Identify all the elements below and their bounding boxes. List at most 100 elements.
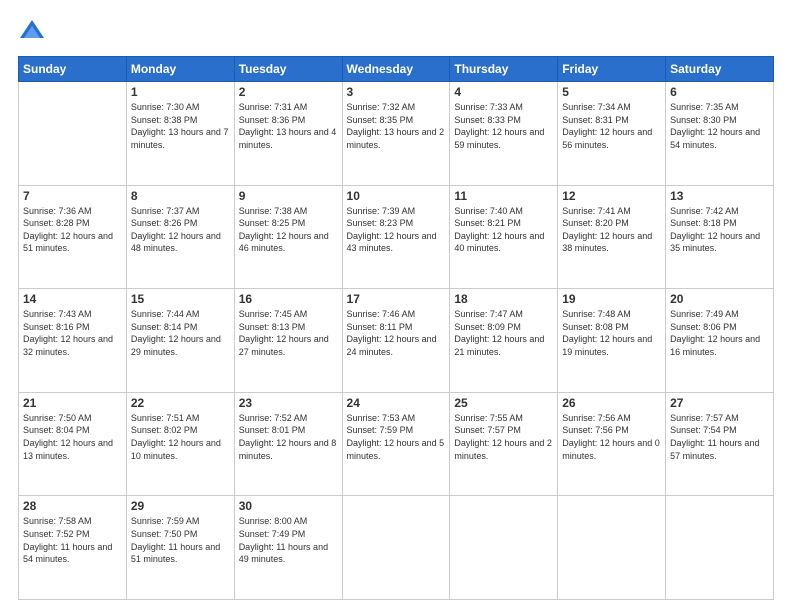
calendar-cell: [558, 496, 666, 600]
day-number: 12: [562, 189, 661, 203]
calendar-cell: 14 Sunrise: 7:43 AMSunset: 8:16 PMDayligh…: [19, 289, 127, 393]
calendar-cell: 23 Sunrise: 7:52 AMSunset: 8:01 PMDayligh…: [234, 392, 342, 496]
calendar-cell: [666, 496, 774, 600]
cell-info: Sunrise: 7:31 AMSunset: 8:36 PMDaylight:…: [239, 101, 338, 151]
calendar-header-row: SundayMondayTuesdayWednesdayThursdayFrid…: [19, 57, 774, 82]
cell-info: Sunrise: 7:58 AMSunset: 7:52 PMDaylight:…: [23, 515, 122, 565]
cell-info: Sunrise: 7:32 AMSunset: 8:35 PMDaylight:…: [347, 101, 446, 151]
calendar-week-2: 7 Sunrise: 7:36 AMSunset: 8:28 PMDaylight…: [19, 185, 774, 289]
cell-info: Sunrise: 7:35 AMSunset: 8:30 PMDaylight:…: [670, 101, 769, 151]
calendar-cell: [342, 496, 450, 600]
cell-info: Sunrise: 7:39 AMSunset: 8:23 PMDaylight:…: [347, 205, 446, 255]
cell-info: Sunrise: 7:36 AMSunset: 8:28 PMDaylight:…: [23, 205, 122, 255]
day-number: 14: [23, 292, 122, 306]
calendar-week-4: 21 Sunrise: 7:50 AMSunset: 8:04 PMDayligh…: [19, 392, 774, 496]
cell-info: Sunrise: 7:42 AMSunset: 8:18 PMDaylight:…: [670, 205, 769, 255]
calendar-cell: 13 Sunrise: 7:42 AMSunset: 8:18 PMDayligh…: [666, 185, 774, 289]
day-number: 21: [23, 396, 122, 410]
calendar-cell: 28Sunrise: 7:58 AMSunset: 7:52 PMDayligh…: [19, 496, 127, 600]
day-number: 26: [562, 396, 661, 410]
calendar-cell: 6 Sunrise: 7:35 AMSunset: 8:30 PMDaylight…: [666, 82, 774, 186]
calendar-cell: 17 Sunrise: 7:46 AMSunset: 8:11 PMDayligh…: [342, 289, 450, 393]
day-number: 6: [670, 85, 769, 99]
cell-info: Sunrise: 7:55 AMSunset: 7:57 PMDaylight:…: [454, 412, 553, 462]
day-number: 3: [347, 85, 446, 99]
day-number: 15: [131, 292, 230, 306]
day-number: 25: [454, 396, 553, 410]
day-number: 20: [670, 292, 769, 306]
day-number: 11: [454, 189, 553, 203]
day-number: 22: [131, 396, 230, 410]
cell-info: Sunrise: 7:49 AMSunset: 8:06 PMDaylight:…: [670, 308, 769, 358]
calendar-cell: 11 Sunrise: 7:40 AMSunset: 8:21 PMDayligh…: [450, 185, 558, 289]
day-number: 23: [239, 396, 338, 410]
calendar-cell: 15 Sunrise: 7:44 AMSunset: 8:14 PMDayligh…: [126, 289, 234, 393]
calendar-cell: 8Sunrise: 7:37 AMSunset: 8:26 PMDaylight…: [126, 185, 234, 289]
calendar-cell: 25 Sunrise: 7:55 AMSunset: 7:57 PMDayligh…: [450, 392, 558, 496]
day-number: 9: [239, 189, 338, 203]
calendar-cell: 24Sunrise: 7:53 AMSunset: 7:59 PMDayligh…: [342, 392, 450, 496]
cell-info: Sunrise: 7:51 AMSunset: 8:02 PMDaylight:…: [131, 412, 230, 462]
page: SundayMondayTuesdayWednesdayThursdayFrid…: [0, 0, 792, 612]
cell-info: Sunrise: 7:48 AMSunset: 8:08 PMDaylight:…: [562, 308, 661, 358]
day-header-wednesday: Wednesday: [342, 57, 450, 82]
day-number: 2: [239, 85, 338, 99]
cell-info: Sunrise: 7:57 AMSunset: 7:54 PMDaylight:…: [670, 412, 769, 462]
cell-info: Sunrise: 7:52 AMSunset: 8:01 PMDaylight:…: [239, 412, 338, 462]
calendar-cell: 22 Sunrise: 7:51 AMSunset: 8:02 PMDayligh…: [126, 392, 234, 496]
cell-info: Sunrise: 7:34 AMSunset: 8:31 PMDaylight:…: [562, 101, 661, 151]
cell-info: Sunrise: 7:40 AMSunset: 8:21 PMDaylight:…: [454, 205, 553, 255]
cell-info: Sunrise: 7:56 AMSunset: 7:56 PMDaylight:…: [562, 412, 661, 462]
cell-info: Sunrise: 7:47 AMSunset: 8:09 PMDaylight:…: [454, 308, 553, 358]
day-number: 27: [670, 396, 769, 410]
cell-info: Sunrise: 7:43 AMSunset: 8:16 PMDaylight:…: [23, 308, 122, 358]
day-header-saturday: Saturday: [666, 57, 774, 82]
calendar-week-3: 14 Sunrise: 7:43 AMSunset: 8:16 PMDayligh…: [19, 289, 774, 393]
cell-info: Sunrise: 7:53 AMSunset: 7:59 PMDaylight:…: [347, 412, 446, 462]
cell-info: Sunrise: 7:33 AMSunset: 8:33 PMDaylight:…: [454, 101, 553, 151]
day-number: 19: [562, 292, 661, 306]
calendar-cell: 26 Sunrise: 7:56 AMSunset: 7:56 PMDayligh…: [558, 392, 666, 496]
day-number: 1: [131, 85, 230, 99]
calendar-cell: 27 Sunrise: 7:57 AMSunset: 7:54 PMDayligh…: [666, 392, 774, 496]
cell-info: Sunrise: 7:38 AMSunset: 8:25 PMDaylight:…: [239, 205, 338, 255]
calendar-week-1: 1 Sunrise: 7:30 AMSunset: 8:38 PMDaylight…: [19, 82, 774, 186]
day-number: 4: [454, 85, 553, 99]
day-number: 5: [562, 85, 661, 99]
header: [18, 18, 774, 46]
calendar-cell: 16 Sunrise: 7:45 AMSunset: 8:13 PMDayligh…: [234, 289, 342, 393]
logo-icon: [18, 18, 46, 46]
cell-info: Sunrise: 7:50 AMSunset: 8:04 PMDaylight:…: [23, 412, 122, 462]
day-header-tuesday: Tuesday: [234, 57, 342, 82]
cell-info: Sunrise: 7:46 AMSunset: 8:11 PMDaylight:…: [347, 308, 446, 358]
day-header-thursday: Thursday: [450, 57, 558, 82]
calendar-cell: 1 Sunrise: 7:30 AMSunset: 8:38 PMDaylight…: [126, 82, 234, 186]
calendar-cell: 3 Sunrise: 7:32 AMSunset: 8:35 PMDaylight…: [342, 82, 450, 186]
calendar-cell: 20 Sunrise: 7:49 AMSunset: 8:06 PMDayligh…: [666, 289, 774, 393]
day-number: 8: [131, 189, 230, 203]
day-number: 17: [347, 292, 446, 306]
cell-info: Sunrise: 7:30 AMSunset: 8:38 PMDaylight:…: [131, 101, 230, 151]
logo-area: [18, 18, 52, 46]
day-number: 13: [670, 189, 769, 203]
calendar-cell: 19 Sunrise: 7:48 AMSunset: 8:08 PMDayligh…: [558, 289, 666, 393]
calendar-cell: [19, 82, 127, 186]
calendar-cell: 12Sunrise: 7:41 AMSunset: 8:20 PMDayligh…: [558, 185, 666, 289]
day-header-sunday: Sunday: [19, 57, 127, 82]
calendar-cell: 30Sunrise: 8:00 AMSunset: 7:49 PMDayligh…: [234, 496, 342, 600]
day-number: 30: [239, 499, 338, 513]
day-number: 18: [454, 292, 553, 306]
day-number: 29: [131, 499, 230, 513]
calendar-cell: 21 Sunrise: 7:50 AMSunset: 8:04 PMDayligh…: [19, 392, 127, 496]
calendar-cell: 18 Sunrise: 7:47 AMSunset: 8:09 PMDayligh…: [450, 289, 558, 393]
day-number: 16: [239, 292, 338, 306]
calendar-cell: 4 Sunrise: 7:33 AMSunset: 8:33 PMDaylight…: [450, 82, 558, 186]
cell-info: Sunrise: 7:45 AMSunset: 8:13 PMDaylight:…: [239, 308, 338, 358]
day-number: 10: [347, 189, 446, 203]
calendar-cell: 7 Sunrise: 7:36 AMSunset: 8:28 PMDaylight…: [19, 185, 127, 289]
day-number: 7: [23, 189, 122, 203]
calendar-cell: 9 Sunrise: 7:38 AMSunset: 8:25 PMDaylight…: [234, 185, 342, 289]
calendar-cell: 5 Sunrise: 7:34 AMSunset: 8:31 PMDaylight…: [558, 82, 666, 186]
cell-info: Sunrise: 7:44 AMSunset: 8:14 PMDaylight:…: [131, 308, 230, 358]
day-header-monday: Monday: [126, 57, 234, 82]
